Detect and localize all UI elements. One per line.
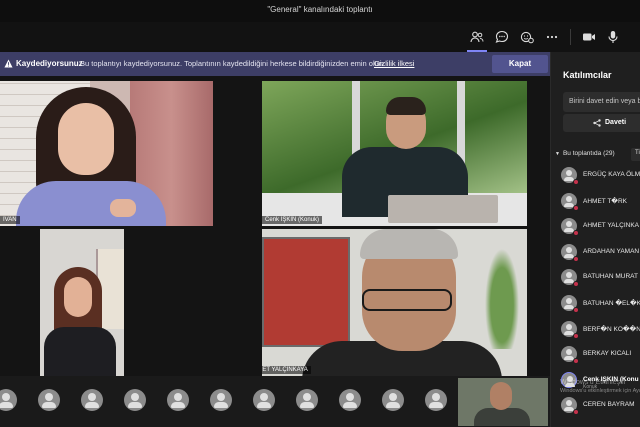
participant-list-item[interactable]: ERGÜÇ KAYA ÖLM — [551, 165, 640, 185]
microphone-icon[interactable] — [606, 30, 620, 44]
participant-name: AHMET T�RK — [583, 197, 627, 205]
participant-list-item[interactable]: ARDAHAN YAMAN — [551, 242, 640, 262]
participant-name-label: AHMET YALÇINKAYA — [262, 366, 311, 374]
muted-status-icon — [573, 281, 579, 288]
participant-avatar[interactable] — [339, 389, 361, 411]
video-stage: IVAN Cenk IŞKIN (Konuk) AHMET YALÇINKAYA — [0, 76, 550, 376]
participant-avatar[interactable] — [167, 389, 189, 411]
participant-list-item[interactable]: BERF�N KO��N — [551, 319, 640, 339]
camera-icon[interactable] — [582, 30, 596, 44]
participant-list-item[interactable]: AHMET T�RK — [551, 191, 640, 211]
muted-status-icon — [573, 230, 579, 237]
watermark-line-1: Windows'u Etkinleştir — [560, 379, 626, 386]
privacy-policy-link[interactable]: Gizlilik ilkesi — [374, 59, 414, 68]
video-tile[interactable]: AHMET YALÇINKAYA — [262, 229, 527, 376]
participant-avatar[interactable] — [38, 389, 60, 411]
chat-icon[interactable] — [495, 30, 509, 44]
section-label: Bu toplantıda (29) — [562, 150, 615, 157]
banner-title: Kaydediyorsunuz — [16, 59, 83, 68]
video-tile[interactable]: Cenk IŞKIN (Konuk) — [262, 81, 527, 226]
close-banner-button[interactable]: Kapat — [492, 55, 548, 73]
muted-status-icon — [573, 204, 579, 211]
share-invite-button[interactable]: Daveti — [563, 114, 640, 132]
participant-list-item[interactable]: BERKAY KICALI — [551, 344, 640, 365]
muted-status-icon — [573, 358, 579, 365]
video-tile[interactable]: IVAN — [0, 81, 213, 226]
muted-status-icon — [573, 332, 579, 339]
muted-status-icon — [573, 255, 579, 262]
muted-status-icon — [573, 307, 579, 313]
recording-banner: Kaydediyorsunuz Bu toplantıyı kaydediyor… — [0, 52, 550, 76]
mute-all-button[interactable]: Ti — [631, 148, 640, 161]
watermark-line-2: Windows'u etkinleştirmek için Ayarlar'a … — [560, 388, 640, 394]
participant-name: AHMET YALÇINKA — [583, 222, 639, 230]
in-meeting-section-header[interactable]: ▼ Bu toplantıda (29) — [555, 150, 615, 157]
participant-list-item[interactable]: CEREN BAYRAM — [551, 395, 640, 416]
participant-list-item[interactable]: AHMET YALÇINKA — [551, 216, 640, 237]
muted-status-icon — [573, 409, 579, 416]
participant-avatar[interactable] — [0, 389, 17, 411]
participant-list-item[interactable]: BATUHAN �EL�K — [551, 293, 640, 313]
participant-avatar[interactable] — [253, 389, 275, 411]
share-icon — [593, 119, 601, 127]
toolbar-divider — [570, 29, 571, 45]
participant-avatar[interactable] — [210, 389, 232, 411]
participant-name-label: IVAN — [0, 216, 20, 224]
participants-panel: Katılımcılar Birini davet edin veya bir … — [550, 52, 640, 427]
participant-avatar[interactable] — [296, 389, 318, 411]
warning-icon — [4, 59, 13, 68]
banner-text: Bu toplantıyı kaydediyorsunuz. Toplantın… — [80, 59, 386, 68]
participant-list-item[interactable]: BATUHAN MURAT — [551, 267, 640, 288]
share-invite-label: Daveti — [605, 119, 627, 126]
participant-name: BERKAY KICALI — [583, 350, 632, 358]
invite-input[interactable]: Birini davet edin veya bir — [563, 92, 640, 112]
meeting-toolbar — [0, 22, 640, 52]
self-video-preview[interactable] — [458, 378, 548, 426]
participant-avatar[interactable] — [382, 389, 404, 411]
muted-status-icon — [573, 179, 579, 185]
participant-name: BATUHAN MURAT — [583, 273, 639, 281]
title-bar: "General" kanalındaki toplantı — [0, 0, 640, 22]
participant-avatar[interactable] — [124, 389, 146, 411]
participant-name: BATUHAN �EL�K — [583, 300, 640, 307]
video-tile[interactable] — [40, 229, 124, 376]
participant-avatar-strip — [0, 376, 550, 427]
windows-activation-watermark: Windows'u Etkinleştir Windows'u etkinleş… — [560, 378, 640, 396]
participant-name: CEREN BAYRAM — [583, 401, 635, 409]
participant-name: BERF�N KO��N — [583, 325, 640, 333]
participant-name: ARDAHAN YAMAN — [583, 247, 640, 255]
chevron-down-icon: ▼ — [555, 151, 560, 157]
window-title: "General" kanalındaki toplantı — [267, 5, 373, 14]
more-icon[interactable] — [545, 30, 559, 44]
participant-name-label: Cenk IŞKIN (Konuk) — [262, 216, 323, 224]
people-icon[interactable] — [467, 30, 487, 52]
participant-name: ERGÜÇ KAYA ÖLM — [583, 171, 640, 178]
participant-avatar[interactable] — [425, 389, 447, 411]
reactions-icon[interactable] — [520, 30, 534, 44]
panel-title: Katılımcılar — [563, 70, 612, 80]
participant-avatar[interactable] — [81, 389, 103, 411]
